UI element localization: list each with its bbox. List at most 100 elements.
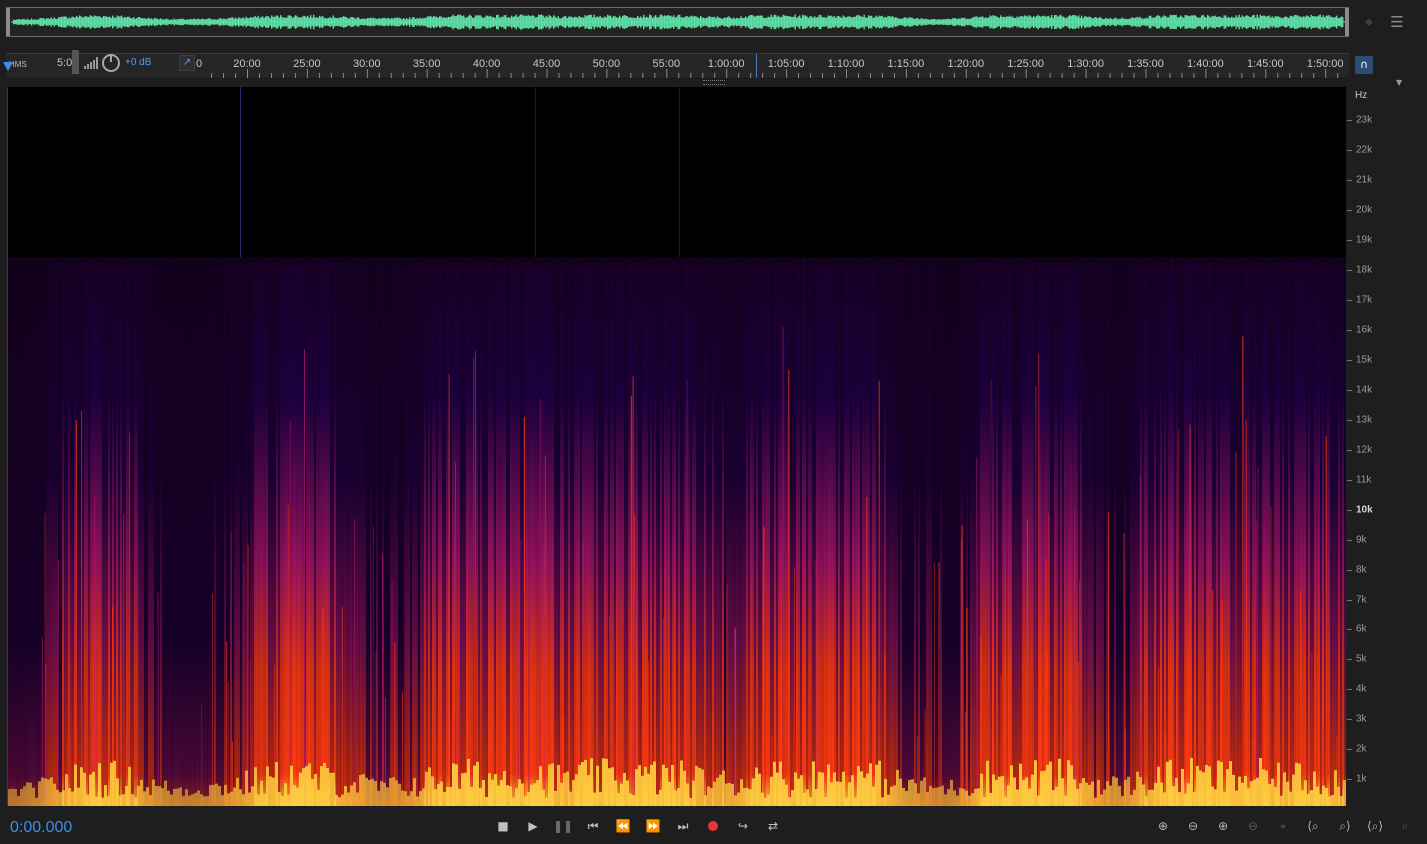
- frequency-label: 19k: [1356, 234, 1373, 246]
- frequency-label: 16k: [1356, 324, 1373, 336]
- zoom-selection-button[interactable]: ⌕: [1392, 816, 1418, 836]
- ruler-tick-label: 25:00: [293, 58, 321, 70]
- ruler-tick-label: 30:00: [353, 58, 381, 70]
- frequency-tick: [1347, 389, 1352, 391]
- frequency-axis: Hz 23k 22k 21k 20k 19k 18k 17k 16k 15k 14k 13k 12k 1…: [1347, 87, 1427, 806]
- record-button[interactable]: [702, 816, 724, 836]
- ruler-tick-label: 0: [195, 58, 203, 70]
- record-icon: [708, 821, 718, 831]
- ruler-tick-label: 40:00: [472, 58, 501, 70]
- ruler-tick-label: 1:15:00: [887, 58, 925, 70]
- zoom-out-time-button[interactable]: ⊖: [1240, 816, 1266, 836]
- playhead-marker[interactable]: [3, 62, 13, 71]
- pin-hud-icon[interactable]: ↗: [179, 55, 195, 71]
- ruler-tick-label: 5:0: [57, 57, 73, 69]
- frequency-label: 7k: [1356, 594, 1367, 606]
- headphones-icon[interactable]: ∩: [1355, 56, 1373, 74]
- frequency-tick: [1347, 689, 1352, 691]
- frequency-label: 13k: [1356, 414, 1373, 426]
- frequency-tick: [1347, 779, 1352, 781]
- overview-waveform[interactable]: [6, 7, 1349, 37]
- overview-toolbar: ⌖ ☰: [1357, 10, 1423, 34]
- rewind-button[interactable]: ⏪: [612, 816, 634, 836]
- zoom-in-at-end-button[interactable]: ⌕⟩: [1332, 816, 1358, 836]
- frequency-label: 17k: [1356, 294, 1373, 306]
- ruler-tick-label: 1:40:00: [1187, 58, 1224, 70]
- audition-editor: ⌖ ☰ 20:00 25:00 30:00 35:00 40:00 45:00 50:00 5…: [0, 0, 1427, 844]
- overview-right-handle[interactable]: [1345, 8, 1349, 36]
- chevron-down-icon[interactable]: ▼: [1396, 78, 1402, 87]
- spectrogram-graphic: [8, 87, 1346, 806]
- ruler-tick-label: 1:30:00: [1067, 58, 1104, 70]
- frequency-tick: [1347, 449, 1352, 451]
- skip-selection-button[interactable]: ⇄: [762, 816, 784, 836]
- ruler-tick-label: 1:35:00: [1127, 58, 1164, 70]
- gain-value[interactable]: +0 dB: [125, 57, 151, 68]
- frequency-tick: [1347, 539, 1352, 541]
- zoom-in-time-button[interactable]: ⊕: [1210, 816, 1236, 836]
- ruler-tick-label: 1:45:00: [1246, 58, 1284, 70]
- transport-bar: 0:00.000 ■ ▶ ❚❚ ⏮ ⏪ ⏩ ⏭ ↪ ⇄ ⊕ ⊖ ⊕ ⊖ ⌖ ⟨⌕…: [0, 806, 1427, 844]
- panel-menu-icon[interactable]: ☰: [1385, 10, 1409, 34]
- hud-overlay: HMS 5:0 +0 dB ↗ 0: [6, 50, 204, 76]
- overview-waveform-graphic: [11, 14, 1345, 30]
- ruler-tick-label: 50:00: [592, 58, 621, 70]
- frequency-label: 9k: [1356, 534, 1367, 546]
- frequency-label: 22k: [1356, 144, 1373, 156]
- frequency-label: 12k: [1356, 444, 1373, 456]
- frequency-unit-label: Hz: [1355, 90, 1368, 101]
- loop-playback-button[interactable]: ↪: [732, 816, 754, 836]
- time-ruler[interactable]: 20:00 25:00 30:00 35:00 40:00 45:00 50:00 55:00…: [6, 50, 1349, 78]
- ruler-tick-label: 1:25:00: [1007, 58, 1045, 70]
- ruler-tick-label: 20:00: [233, 58, 261, 70]
- frequency-tick: [1347, 269, 1352, 271]
- current-time-display[interactable]: 0:00.000: [10, 819, 72, 837]
- spectral-frequency-display[interactable]: [7, 87, 1346, 806]
- zoom-to-selection-button[interactable]: ⟨⌕⟩: [1362, 816, 1388, 836]
- frequency-tick: [1347, 569, 1352, 571]
- vertical-resize-grip[interactable]: [703, 80, 725, 85]
- skip-to-next-button[interactable]: ⏭: [672, 816, 694, 836]
- frequency-label: 1k: [1356, 773, 1367, 785]
- frequency-tick: [1347, 509, 1352, 511]
- zoom-out-overview-icon[interactable]: ⌖: [1357, 10, 1381, 34]
- frequency-label: 14k: [1356, 384, 1373, 396]
- frequency-tick: [1347, 359, 1352, 361]
- frequency-label: 3k: [1356, 713, 1367, 725]
- ruler-tick-label: 55:00: [652, 58, 681, 70]
- zoom-out-amplitude-button[interactable]: ⊖: [1180, 816, 1206, 836]
- level-meter-icon: [84, 57, 98, 69]
- frequency-label: 23k: [1356, 114, 1373, 126]
- ruler-tick-label: 1:00:00: [707, 58, 745, 70]
- ruler-tick-label: 1:20:00: [947, 58, 985, 70]
- frequency-label: 10k: [1356, 504, 1373, 516]
- zoom-in-amplitude-button[interactable]: ⊕: [1150, 816, 1176, 836]
- stop-button[interactable]: ■: [492, 816, 514, 836]
- frequency-label: 4k: [1356, 683, 1367, 695]
- frequency-tick: [1347, 209, 1352, 211]
- frequency-label: 8k: [1356, 564, 1367, 576]
- volume-knob[interactable]: [102, 54, 120, 72]
- zoom-in-at-start-button[interactable]: ⟨⌕: [1300, 816, 1326, 836]
- frequency-tick: [1347, 629, 1352, 631]
- frequency-tick: [1347, 120, 1352, 121]
- skip-to-previous-button[interactable]: ⏮: [582, 816, 604, 836]
- fast-forward-button[interactable]: ⏩: [642, 816, 664, 836]
- play-button[interactable]: ▶: [522, 816, 544, 836]
- frequency-tick: [1347, 599, 1352, 601]
- frequency-tick: [1347, 329, 1352, 331]
- frequency-label: 21k: [1356, 174, 1373, 186]
- frequency-label: 11k: [1356, 474, 1372, 486]
- ruler-tick-label: 1:10:00: [827, 58, 865, 70]
- zoom-out-full-button[interactable]: ⌖: [1270, 816, 1296, 836]
- ruler-tick-label: 1:50:00: [1306, 58, 1344, 70]
- frequency-label: 18k: [1356, 264, 1373, 276]
- pause-button[interactable]: ❚❚: [552, 816, 574, 836]
- frequency-label: 15k: [1356, 354, 1373, 366]
- frequency-tick: [1347, 659, 1352, 661]
- frequency-tick: [1347, 179, 1352, 181]
- hud-slider-handle[interactable]: [72, 50, 79, 74]
- frequency-tick: [1347, 479, 1352, 481]
- ruler-tick-label: 45:00: [532, 58, 561, 70]
- frequency-tick: [1347, 419, 1352, 421]
